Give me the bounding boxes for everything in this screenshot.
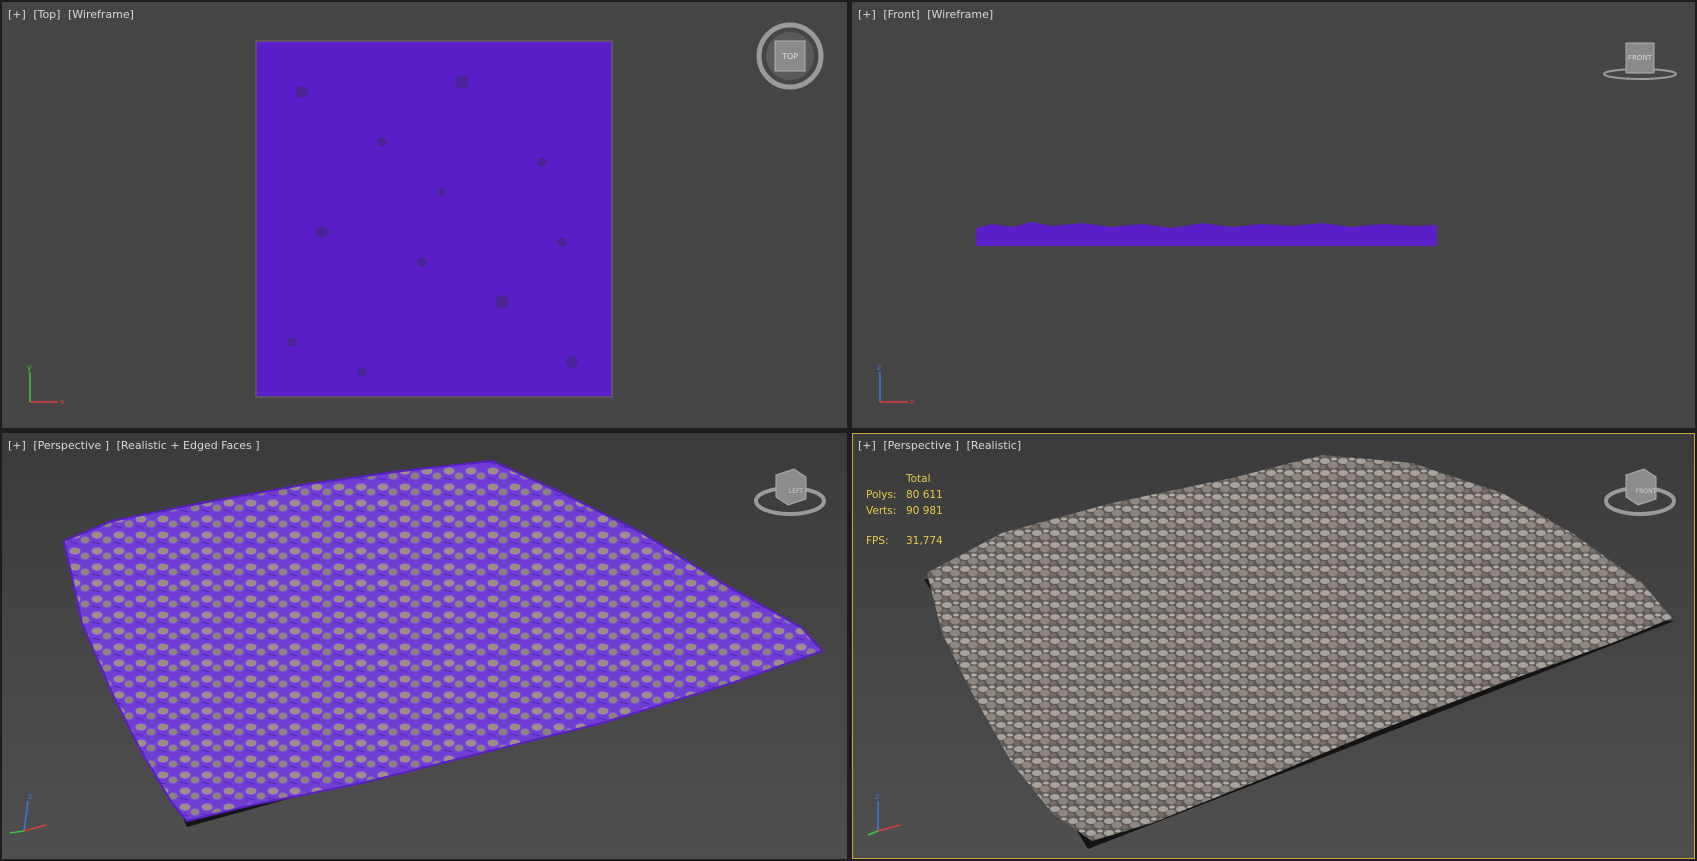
viewport-top[interactable]: [+] [Top] [Wireframe] TOP y x <box>2 2 847 428</box>
perspective-edged-canvas: LEFT z <box>9 459 826 834</box>
viewcube-face-label: FRONT <box>1628 54 1653 62</box>
gravel-wireframe-square <box>255 40 613 398</box>
viewcube-front: FRONT <box>1603 42 1677 80</box>
viewcube-face-label: LEFT <box>789 488 803 495</box>
viewport-front[interactable]: [+] [Front] [Wireframe] FRONT z x <box>852 2 1695 428</box>
perspective-realistic-canvas: FRONT z <box>867 455 1676 849</box>
viewcube-face-label: FRONT <box>1636 488 1657 495</box>
axis-tripod: z x <box>877 363 915 406</box>
viewcube-face-label: TOP <box>781 52 798 61</box>
axis-tripod: z <box>867 792 901 836</box>
axis-tripod: z <box>9 792 47 834</box>
top-view-canvas: TOP y x <box>27 22 824 406</box>
viewcube-front: FRONT <box>1604 468 1676 516</box>
front-view-canvas: FRONT z x <box>877 42 1677 406</box>
axis-y-label: y <box>27 363 32 372</box>
axis-tripod: y x <box>27 363 65 406</box>
viewcube-compass: TOP <box>756 22 824 90</box>
gravel-realistic-mesh <box>927 455 1672 841</box>
axis-x-label: x <box>910 397 915 406</box>
axis-x-label: x <box>60 397 65 406</box>
viewport-perspective-edged[interactable]: [+] [Perspective ] [Realistic + Edged Fa… <box>2 433 847 859</box>
axis-z-label: z <box>28 792 32 801</box>
gravel-edged-mesh <box>62 459 824 823</box>
gravel-wireframe-strip <box>976 222 1437 246</box>
viewport-perspective-realistic[interactable]: [+] [Perspective ] [Realistic] Total Pol… <box>852 433 1695 859</box>
viewcube-left: LEFT <box>754 468 826 516</box>
axis-z-label: z <box>877 363 881 372</box>
axis-z-label: z <box>875 792 879 801</box>
